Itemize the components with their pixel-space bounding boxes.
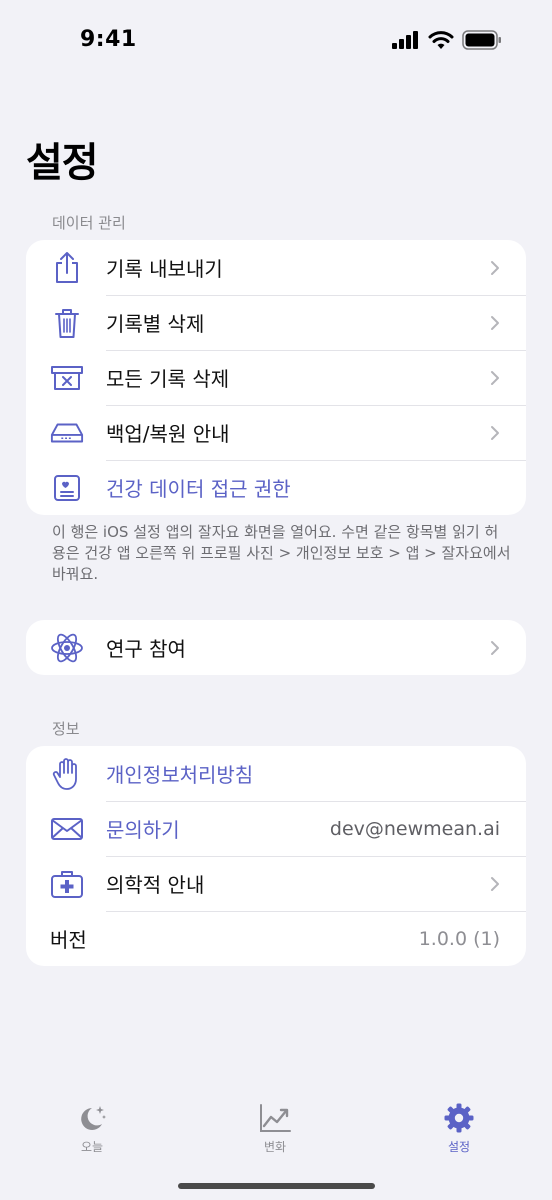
health-access-footnote: 이 행은 iOS 설정 앱의 잘자요 화면을 열어요. 수면 같은 항목별 읽기…	[52, 523, 511, 583]
chevron-right-icon	[491, 876, 499, 891]
delete-by-record-row[interactable]: 기록별 삭제	[26, 295, 526, 350]
trash-icon	[50, 306, 84, 340]
drive-icon	[50, 416, 84, 450]
row-label: 기록별 삭제	[106, 312, 205, 336]
chevron-right-icon	[491, 370, 499, 385]
chevron-right-icon	[491, 315, 499, 330]
section-header-data: 데이터 관리	[52, 214, 126, 232]
health-data-access-row[interactable]: 건강 데이터 접근 권한	[26, 460, 526, 515]
row-label: 건강 데이터 접근 권한	[106, 477, 291, 501]
home-indicator	[178, 1183, 375, 1189]
tab-today[interactable]: 오늘	[32, 1102, 152, 1155]
chevron-right-icon	[491, 425, 499, 440]
section-header-info: 정보	[52, 720, 80, 738]
row-label: 문의하기	[106, 818, 180, 842]
row-label: 기록 내보내기	[106, 257, 223, 281]
chart-line-icon	[260, 1104, 291, 1132]
tab-label: 설정	[447, 1140, 471, 1154]
backup-restore-row[interactable]: 백업/복원 안내	[26, 405, 526, 460]
tab-changes[interactable]: 변화	[215, 1102, 335, 1155]
atom-icon	[50, 631, 84, 665]
status-bar: 9:41	[0, 0, 552, 84]
contact-row[interactable]: 문의하기 dev@newmean.ai	[26, 801, 526, 856]
health-card-icon	[50, 471, 84, 505]
status-time: 9:41	[80, 27, 137, 52]
moon-stars-icon	[81, 1106, 106, 1130]
tab-label: 변화	[263, 1140, 287, 1154]
page-title: 설정	[26, 140, 99, 186]
version-row: 버전 1.0.0 (1)	[26, 911, 526, 966]
medical-kit-icon	[50, 867, 84, 901]
envelope-icon	[50, 812, 84, 846]
info-card: 개인정보처리방침 문의하기 dev@newmean.ai 의학적 안내 버전 1…	[26, 746, 526, 966]
row-label: 개인정보처리방침	[106, 763, 254, 787]
chevron-right-icon	[491, 640, 499, 655]
row-label: 모든 기록 삭제	[106, 367, 230, 391]
wifi-icon	[428, 30, 454, 49]
medical-notice-row[interactable]: 의학적 안내	[26, 856, 526, 911]
contact-email: dev@newmean.ai	[329, 817, 500, 840]
tab-settings[interactable]: 설정	[399, 1102, 519, 1155]
privacy-policy-row[interactable]: 개인정보처리방침	[26, 746, 526, 801]
version-value: 1.0.0 (1)	[418, 927, 500, 950]
row-label: 의학적 안내	[106, 873, 205, 897]
hand-icon	[50, 757, 84, 791]
trash-box-icon	[50, 361, 84, 395]
status-icons	[392, 30, 502, 50]
row-label: 연구 참여	[106, 637, 186, 661]
row-label: 버전	[50, 928, 87, 952]
tab-label: 오늘	[80, 1140, 104, 1154]
research-card: 연구 참여	[26, 620, 526, 675]
row-label: 백업/복원 안내	[106, 422, 230, 446]
export-records-row[interactable]: 기록 내보내기	[26, 240, 526, 295]
delete-all-records-row[interactable]: 모든 기록 삭제	[26, 350, 526, 405]
battery-icon	[462, 30, 501, 50]
gear-icon	[444, 1103, 474, 1133]
data-management-card: 기록 내보내기 기록별 삭제 모든 기록 삭제 백업/복원 안내 건강 데이터 …	[26, 240, 526, 515]
cellular-signal-icon	[392, 31, 418, 49]
chevron-right-icon	[491, 260, 499, 275]
research-participation-row[interactable]: 연구 참여	[26, 620, 526, 675]
share-icon	[50, 251, 84, 285]
